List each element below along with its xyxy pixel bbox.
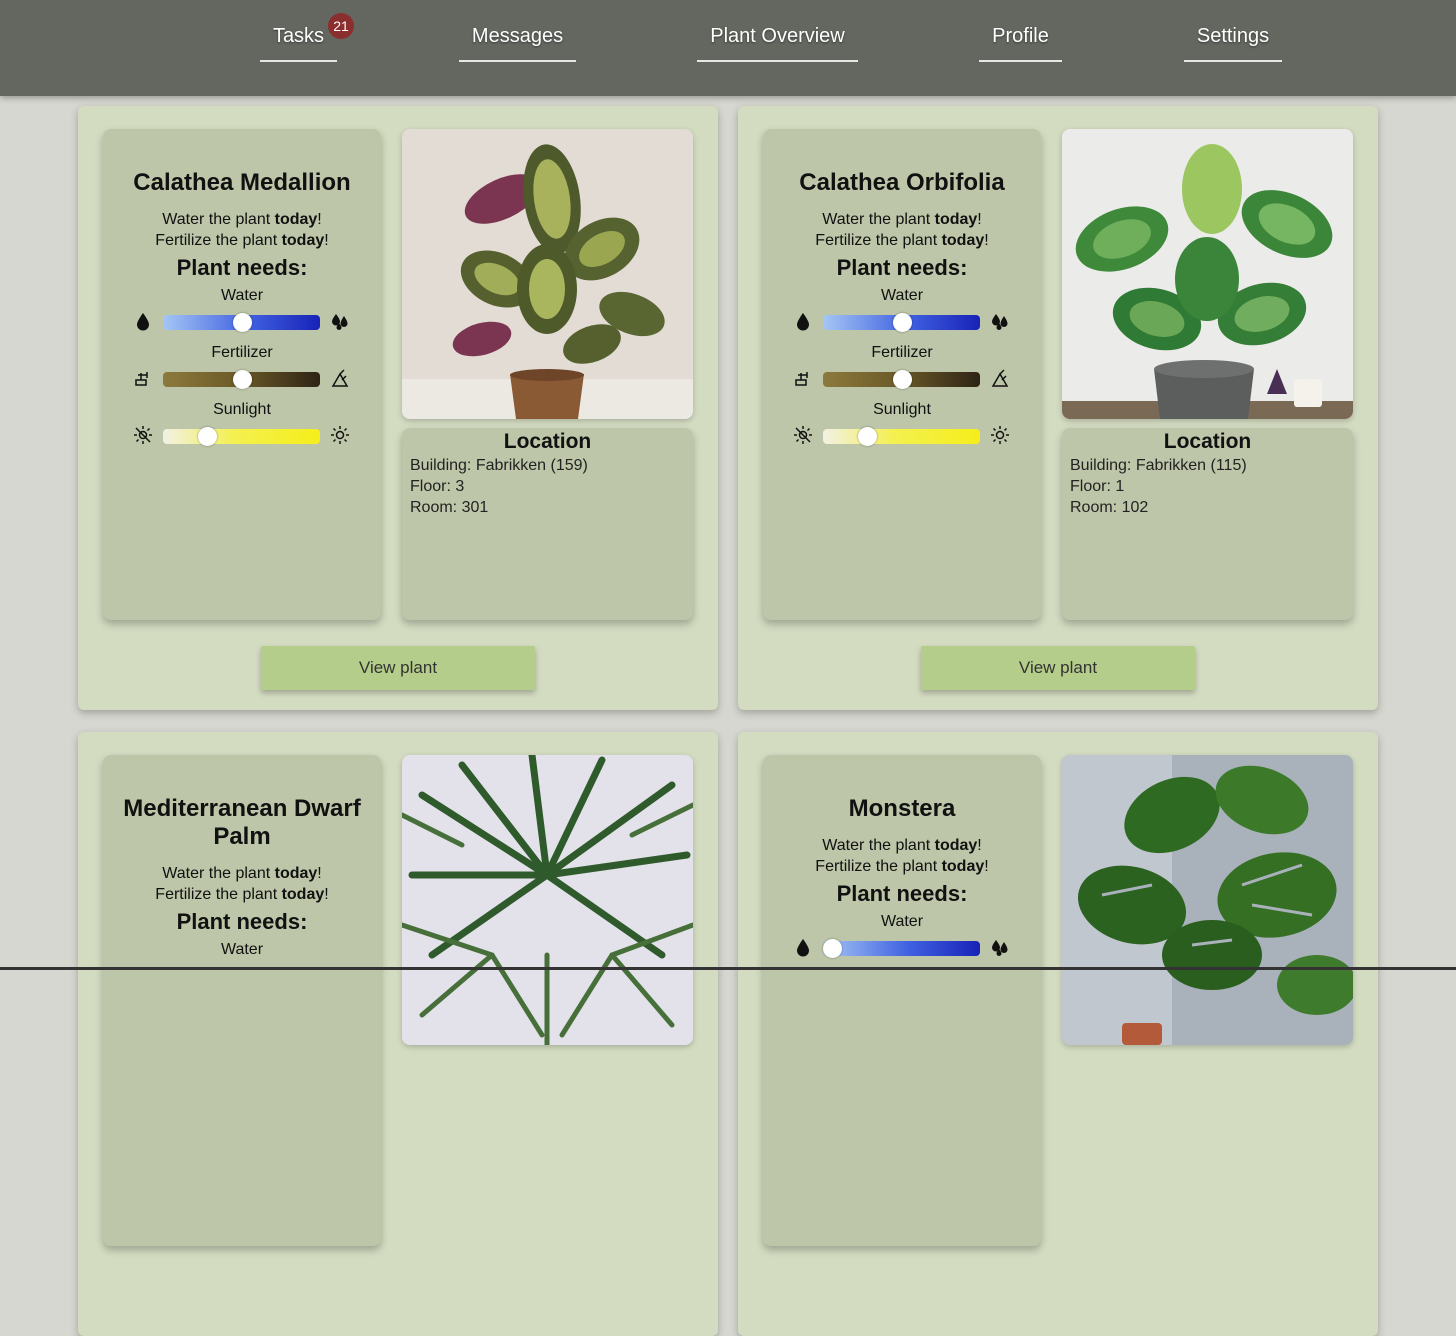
- water-slider[interactable]: [823, 313, 980, 332]
- water-slider-row: [103, 307, 381, 338]
- nav-settings[interactable]: Settings: [1184, 22, 1282, 62]
- plant-info-panel: Mediterranean Dwarf Palm Water the plant…: [103, 755, 381, 1246]
- fertilizer-label: Fertilizer: [211, 344, 273, 361]
- water-label: Water: [880, 913, 924, 930]
- plant-card-mediterranean-dwarf-palm: Mediterranean Dwarf Palm Water the plant…: [78, 732, 718, 1336]
- nav-plant-overview-label: Plant Overview: [710, 25, 845, 47]
- water-label: Water: [220, 287, 264, 304]
- fertilize-task: Fertilize the plant today!: [155, 232, 329, 249]
- water-task: Water the plant today!: [162, 865, 322, 882]
- plant-needs-heading: Plant needs:: [176, 255, 308, 280]
- plant-photo: [1062, 129, 1353, 419]
- nav-profile-label: Profile: [992, 25, 1049, 47]
- plant-name: Mediterranean Dwarf Palm: [123, 795, 361, 850]
- nav-settings-label: Settings: [1196, 25, 1270, 47]
- sun-low-icon: [133, 425, 153, 445]
- fertilize-task: Fertilize the plant today!: [155, 886, 329, 903]
- plant-needs-heading: Plant needs:: [836, 255, 968, 280]
- sunlight-slider[interactable]: [823, 427, 980, 446]
- fertilizer-slider-handle[interactable]: [892, 370, 912, 389]
- plant-card-monstera: Monstera Water the plant today! Fertiliz…: [738, 732, 1378, 1336]
- tasks-count-badge: 21: [328, 13, 354, 39]
- location-building: Building: Fabrikken (159): [410, 457, 588, 474]
- plant-name: Calathea Orbifolia: [799, 169, 1005, 196]
- location-building: Building: Fabrikken (115): [1070, 457, 1247, 474]
- fertilizer-high-icon: [330, 368, 350, 388]
- water-label: Water: [880, 287, 924, 304]
- nav-messages[interactable]: Messages: [459, 22, 576, 62]
- sun-high-icon: [990, 425, 1010, 445]
- sunlight-label: Sunlight: [213, 401, 271, 418]
- plant-photo: [402, 755, 693, 1045]
- plant-card-calathea-orbifolia: Calathea Orbifolia Water the plant today…: [738, 106, 1378, 710]
- sunlight-slider[interactable]: [163, 427, 320, 446]
- location-panel: Location Building: Fabrikken (159) Floor…: [402, 428, 693, 620]
- water-task: Water the plant today!: [822, 837, 982, 854]
- nav-messages-label: Messages: [471, 25, 564, 47]
- location-floor: Floor: 3: [410, 478, 465, 495]
- location-room: Room: 301: [410, 499, 489, 516]
- water-task: Water the plant today!: [822, 211, 982, 228]
- fertilizer-low-icon: [793, 368, 813, 388]
- fertilizer-high-icon: [990, 368, 1010, 388]
- water-task: Water the plant today!: [162, 211, 322, 228]
- water-drop-icon: [133, 311, 153, 331]
- water-slider[interactable]: [163, 313, 320, 332]
- location-panel: Location Building: Fabrikken (115) Floor…: [1062, 428, 1353, 620]
- nav-profile[interactable]: Profile: [979, 22, 1062, 62]
- fertilizer-low-icon: [133, 368, 153, 388]
- water-drops-icon: [990, 311, 1010, 331]
- plant-needs-heading: Plant needs:: [176, 909, 308, 934]
- water-slider-handle[interactable]: [232, 313, 252, 332]
- water-drops-icon: [990, 937, 1010, 957]
- nav-plant-overview[interactable]: Plant Overview: [697, 22, 858, 62]
- fertilize-task: Fertilize the plant today!: [815, 858, 989, 875]
- water-slider-handle[interactable]: [892, 313, 912, 332]
- fertilize-task: Fertilize the plant today!: [815, 232, 989, 249]
- view-plant-button[interactable]: View plant: [921, 646, 1195, 690]
- plant-name: Monstera: [848, 795, 956, 822]
- location-heading: Location: [503, 430, 592, 453]
- plant-info-panel: Calathea Medallion Water the plant today…: [103, 129, 381, 620]
- fertilizer-slider[interactable]: [823, 370, 980, 389]
- plant-photo: [402, 129, 693, 419]
- water-slider-row: [763, 933, 1041, 964]
- fertilizer-slider-handle[interactable]: [232, 370, 252, 389]
- plant-photo: [1062, 755, 1353, 1045]
- location-heading: Location: [1163, 430, 1252, 453]
- plant-info-panel: Monstera Water the plant today! Fertiliz…: [763, 755, 1041, 1246]
- nav-tasks-label: Tasks: [272, 25, 325, 47]
- sunlight-label: Sunlight: [873, 401, 931, 418]
- water-slider-row: [763, 307, 1041, 338]
- sunlight-slider-row: [763, 421, 1041, 452]
- sunlight-slider-row: [103, 421, 381, 452]
- water-drops-icon: [330, 311, 350, 331]
- sunlight-slider-handle[interactable]: [857, 427, 877, 446]
- fertilizer-label: Fertilizer: [871, 344, 933, 361]
- water-slider[interactable]: [823, 939, 980, 958]
- water-slider-handle[interactable]: [823, 939, 843, 958]
- fertilizer-slider[interactable]: [163, 370, 320, 389]
- top-navigation: Tasks 21 Messages Plant Overview Profile…: [0, 0, 1456, 96]
- sun-high-icon: [330, 425, 350, 445]
- plant-name: Calathea Medallion: [133, 169, 351, 196]
- nav-tasks[interactable]: Tasks 21: [260, 13, 354, 62]
- fertilizer-slider-row: [763, 364, 1041, 395]
- sunlight-slider-handle[interactable]: [197, 427, 217, 446]
- water-drop-icon: [793, 937, 813, 957]
- fertilizer-slider-row: [103, 364, 381, 395]
- view-plant-button[interactable]: View plant: [261, 646, 535, 690]
- plant-card-calathea-medallion: Calathea Medallion Water the plant today…: [78, 106, 718, 710]
- water-drop-icon: [793, 311, 813, 331]
- plant-info-panel: Calathea Orbifolia Water the plant today…: [763, 129, 1041, 620]
- plant-needs-heading: Plant needs:: [836, 881, 968, 906]
- location-room: Room: 102: [1070, 499, 1149, 516]
- location-floor: Floor: 1: [1070, 478, 1125, 495]
- sun-low-icon: [793, 425, 813, 445]
- water-label: Water: [220, 941, 264, 958]
